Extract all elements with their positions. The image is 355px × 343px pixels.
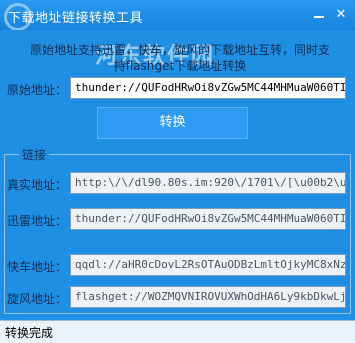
original-address-input[interactable]: thunder://QUFodHRwOi8vZGw5MC44MHMuaW060T… [70,77,346,99]
window-title: 下载地址链接转换工具 [8,11,144,26]
app-window: 下载地址链接转换工具 ✕ 河东软件园 原始地址支持迅雷，快车，旋风的下载地址互转… [0,0,355,343]
original-address-label: 原始地址： [7,83,68,97]
status-text: 转换完成 [5,326,54,340]
close-icon: ✕ [335,7,347,22]
thunder-address-label: 迅雷地址： [7,214,68,228]
close-button[interactable]: ✕ [334,8,348,22]
minimize-icon [314,16,324,18]
thunder-address-field[interactable]: thunder://QUFodHRwOi8vZGw5MC44MHMuaW060T… [70,208,346,230]
convert-button[interactable]: 转换 [97,107,248,139]
flashget-qqdl-address-label: 快车地址： [7,260,68,274]
kuaiche-address-field[interactable]: qqdl://aHR0cDovL2RsOTAuODBzLmltOjkyMC8xN… [70,254,346,276]
title-bar: 下载地址链接转换工具 ✕ [0,0,355,31]
real-address-label: 真实地址： [7,178,68,192]
links-group-title: 链接 [19,146,50,163]
minimize-button[interactable] [312,8,326,22]
real-address-field[interactable]: http:\/\/dl90.80s.im:920\/1701\/[\u00b2\… [70,172,346,194]
xuanfeng-address-label: 旋风地址： [7,292,68,306]
status-bar: 转换完成 [0,320,355,343]
description-text: 原始地址支持迅雷，快车，旋风的下载地址互转，同时支持flashget下载地址转换 [30,43,331,73]
main-panel: 河东软件园 原始地址支持迅雷，快车，旋风的下载地址互转，同时支持flashget… [0,30,355,320]
xuanfeng-address-field[interactable]: flashget://WOZMQVNIROVUXWhOdHA6Ly9kbDkwL… [70,286,346,308]
